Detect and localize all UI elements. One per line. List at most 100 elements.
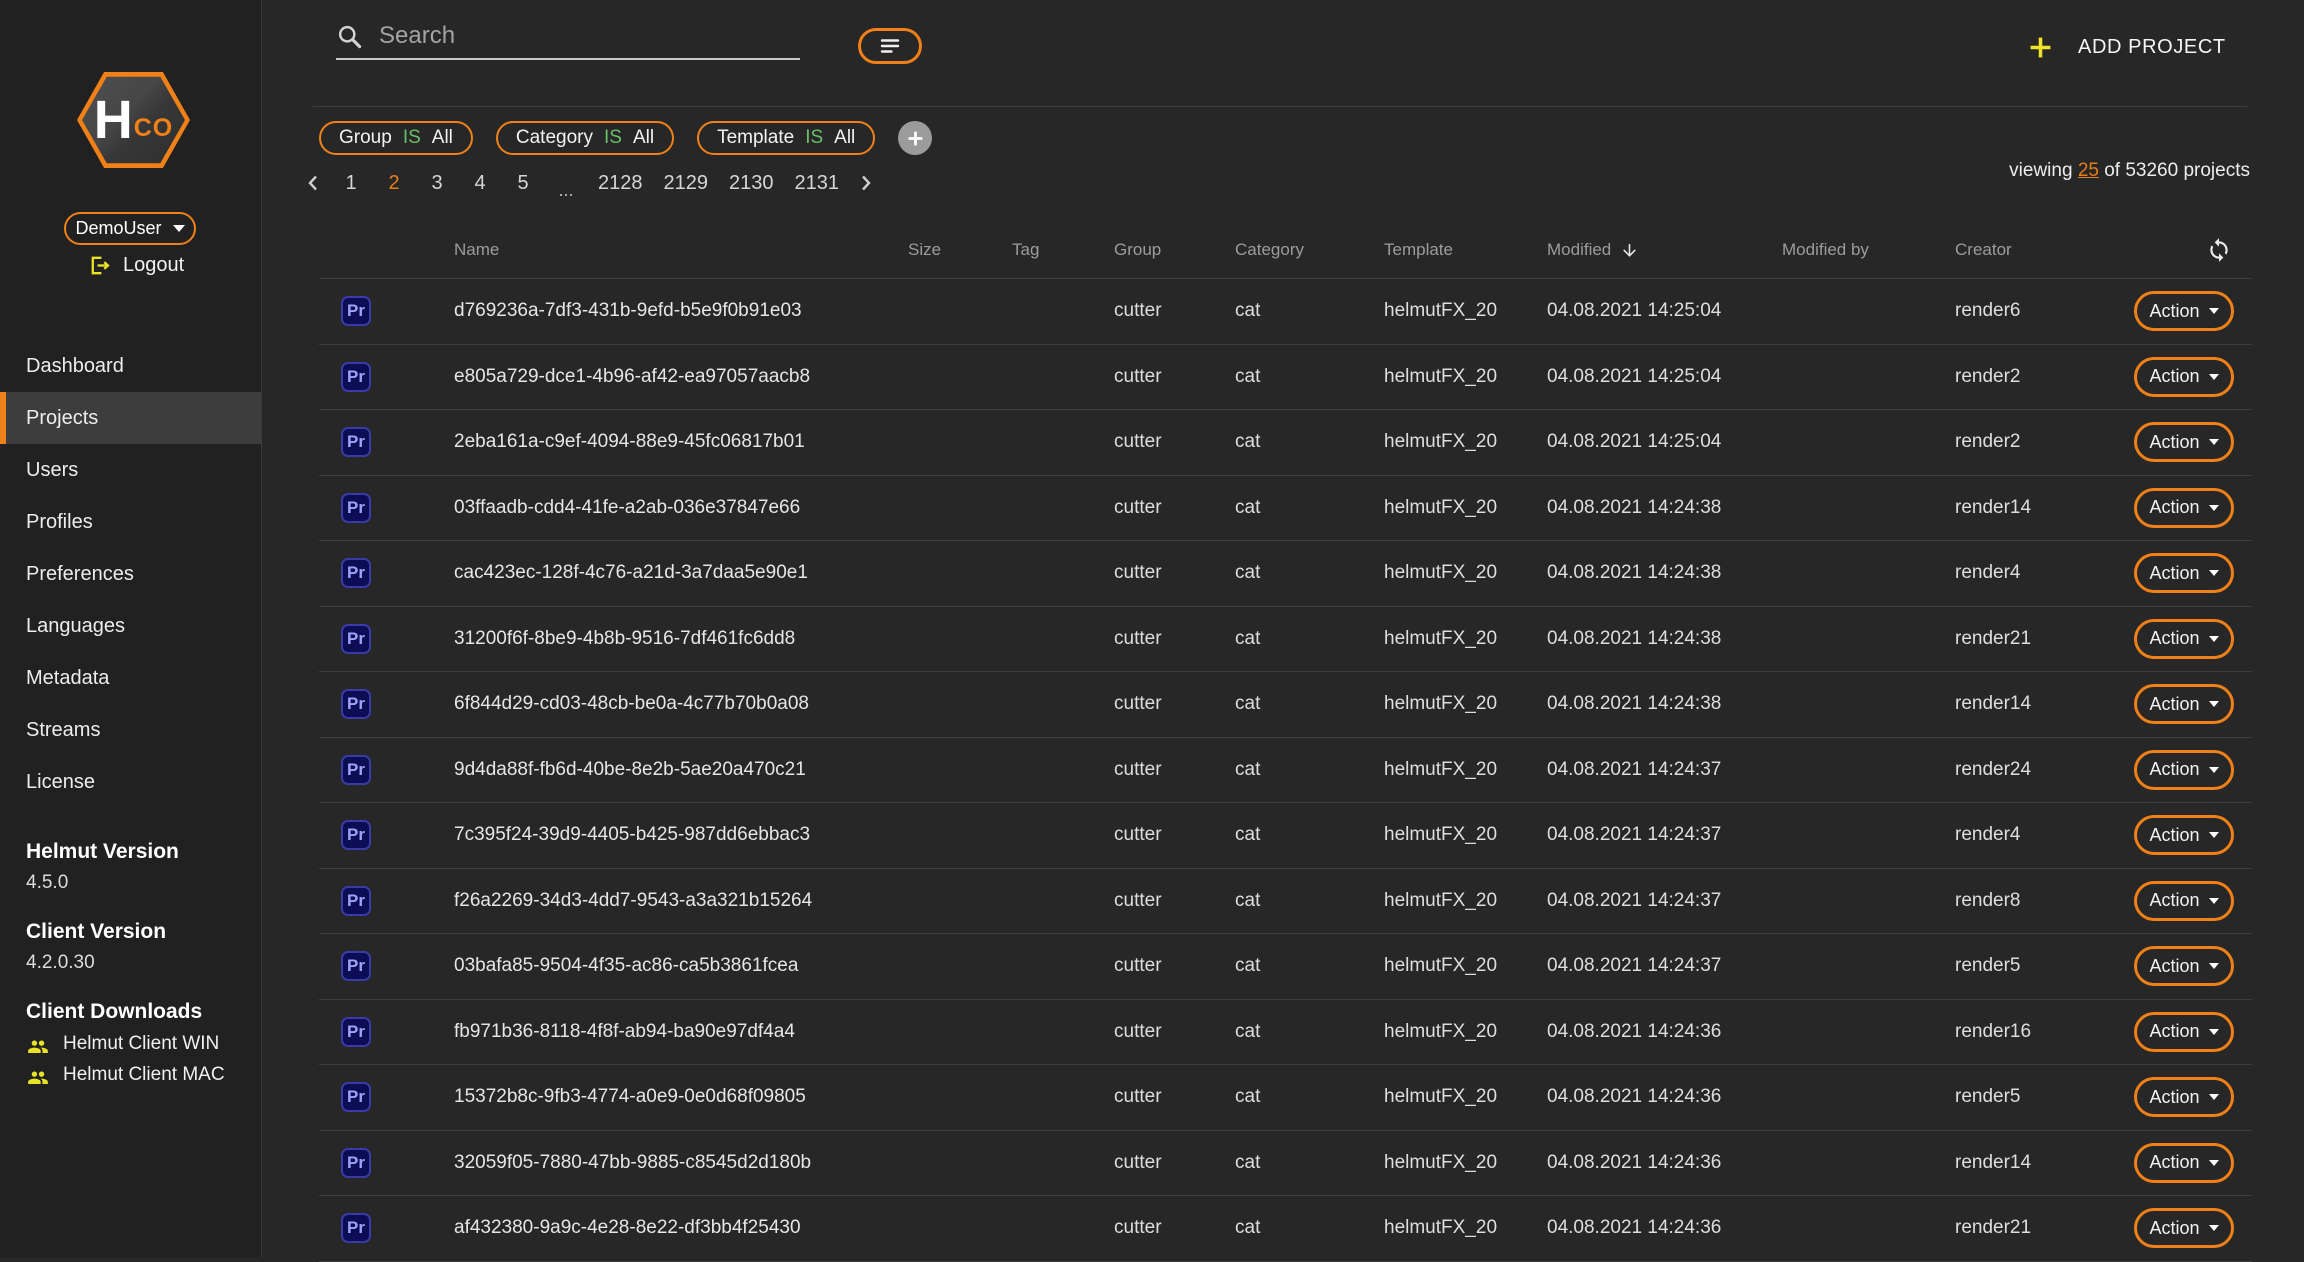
project-template: helmutFX_20 (1384, 759, 1547, 781)
action-button[interactable]: Action (2134, 488, 2234, 528)
project-name: 03ffaadb-cdd4-41fe-a2ab-036e37847e66 (454, 497, 908, 519)
logout-button[interactable]: Logout (88, 254, 184, 277)
search-input[interactable] (377, 21, 800, 51)
premiere-pro-icon: Pr (341, 1213, 371, 1243)
refresh-button[interactable] (2206, 237, 2232, 263)
project-creator: render4 (1955, 562, 2134, 584)
pagination-page[interactable]: 2128 (594, 170, 647, 197)
helmut-version-value: 4.5.0 (26, 872, 246, 894)
sidebar-item-profiles[interactable]: Profiles (0, 496, 261, 548)
filter-field: Template (717, 127, 794, 149)
plus-icon (907, 130, 924, 147)
action-button[interactable]: Action (2134, 422, 2234, 462)
action-button[interactable]: Action (2134, 1012, 2234, 1052)
client-version-value: 4.2.0.30 (26, 952, 246, 974)
project-creator: render6 (1955, 300, 2134, 322)
sidebar-item-users[interactable]: Users (0, 444, 261, 496)
action-button[interactable]: Action (2134, 684, 2234, 724)
sort-filter-button[interactable] (858, 28, 922, 64)
add-filter-button[interactable] (898, 121, 932, 155)
pagination-page[interactable]: 4 (465, 170, 495, 197)
column-header-modified-by[interactable]: Modified by (1782, 240, 1955, 260)
sidebar-item-projects[interactable]: Projects (0, 392, 261, 444)
projects-table: Name Size Tag Group Category Template Mo… (319, 222, 2252, 1262)
filter-chip-category[interactable]: Category IS All (496, 121, 674, 155)
chevron-right-icon (860, 174, 872, 192)
sidebar-item-metadata[interactable]: Metadata (0, 652, 261, 704)
project-group: cutter (1114, 1021, 1235, 1043)
column-header-tag[interactable]: Tag (1012, 240, 1114, 260)
pagination-page[interactable]: 3 (422, 170, 452, 197)
pagination-page[interactable]: 2129 (660, 170, 713, 197)
project-modified: 04.08.2021 14:24:36 (1547, 1152, 1782, 1174)
filter-chip-group[interactable]: Group IS All (319, 121, 473, 155)
sidebar-item-dashboard[interactable]: Dashboard (0, 340, 261, 392)
client-download-label: Helmut Client WIN (63, 1033, 219, 1055)
project-name: 15372b8c-9fb3-4774-a0e9-0e0d68f09805 (454, 1086, 908, 1108)
chevron-down-icon (2209, 963, 2219, 969)
action-button[interactable]: Action (2134, 553, 2234, 593)
column-header-group[interactable]: Group (1114, 240, 1235, 260)
project-category: cat (1235, 693, 1384, 715)
action-button[interactable]: Action (2134, 1208, 2234, 1248)
action-button[interactable]: Action (2134, 291, 2234, 331)
column-header-size[interactable]: Size (908, 240, 1012, 260)
pagination-page[interactable]: 1 (336, 170, 366, 197)
project-name: 9d4da88f-fb6d-40be-8e2b-5ae20a470c21 (454, 759, 908, 781)
table-row: Pr 9d4da88f-fb6d-40be-8e2b-5ae20a470c21 … (319, 738, 2252, 804)
project-template: helmutFX_20 (1384, 366, 1547, 388)
action-button[interactable]: Action (2134, 1143, 2234, 1183)
sidebar-item-streams[interactable]: Streams (0, 704, 261, 756)
pagination-page[interactable]: 2130 (725, 170, 778, 197)
sidebar-item-license[interactable]: License (0, 756, 261, 808)
viewing-count-link[interactable]: 25 (2078, 160, 2099, 181)
action-button[interactable]: Action (2134, 815, 2234, 855)
chevron-down-icon (2209, 898, 2219, 904)
project-template: helmutFX_20 (1384, 890, 1547, 912)
table-row: Pr 6f844d29-cd03-48cb-be0a-4c77b70b0a08 … (319, 672, 2252, 738)
project-name: 7c395f24-39d9-4405-b425-987dd6ebbac3 (454, 824, 908, 846)
chevron-down-icon (2209, 439, 2219, 445)
group-icon (26, 1036, 50, 1053)
action-button[interactable]: Action (2134, 946, 2234, 986)
action-button[interactable]: Action (2134, 357, 2234, 397)
column-header-category[interactable]: Category (1235, 240, 1384, 260)
action-button[interactable]: Action (2134, 881, 2234, 921)
column-header-modified[interactable]: Modified (1547, 240, 1782, 260)
pagination-page[interactable]: 2 (379, 170, 409, 197)
action-button[interactable]: Action (2134, 1077, 2234, 1117)
refresh-icon (2206, 237, 2232, 263)
project-creator: render5 (1955, 1086, 2134, 1108)
premiere-pro-icon: Pr (341, 886, 371, 916)
pagination: 12345...2128212921302131 (303, 166, 876, 200)
project-template: helmutFX_20 (1384, 562, 1547, 584)
action-button[interactable]: Action (2134, 619, 2234, 659)
pagination-next-button[interactable] (856, 174, 876, 192)
table-row: Pr 2eba161a-c9ef-4094-88e9-45fc06817b01 … (319, 410, 2252, 476)
sidebar-item-languages[interactable]: Languages (0, 600, 261, 652)
client-download-link[interactable]: Helmut Client WIN (26, 1033, 246, 1055)
project-template: helmutFX_20 (1384, 1152, 1547, 1174)
column-header-name[interactable]: Name (454, 240, 908, 260)
column-header-creator[interactable]: Creator (1955, 240, 2134, 260)
pagination-prev-button[interactable] (303, 174, 323, 192)
project-group: cutter (1114, 890, 1235, 912)
table-row: Pr 31200f6f-8be9-4b8b-9516-7df461fc6dd8 … (319, 607, 2252, 673)
pagination-page[interactable]: 5 (508, 170, 538, 197)
chevron-down-icon (2209, 832, 2219, 838)
project-name: 31200f6f-8be9-4b8b-9516-7df461fc6dd8 (454, 628, 908, 650)
project-name: f26a2269-34d3-4dd7-9543-a3a321b15264 (454, 890, 908, 912)
action-button[interactable]: Action (2134, 750, 2234, 790)
filter-chip-template[interactable]: Template IS All (697, 121, 875, 155)
sidebar-item-preferences[interactable]: Preferences (0, 548, 261, 600)
project-creator: render8 (1955, 890, 2134, 912)
client-download-link[interactable]: Helmut Client MAC (26, 1064, 246, 1086)
project-creator: render2 (1955, 431, 2134, 453)
user-menu-button[interactable]: DemoUser (64, 212, 196, 245)
column-header-template[interactable]: Template (1384, 240, 1547, 260)
add-project-button[interactable]: ADD PROJECT (2029, 36, 2226, 59)
project-name: 6f844d29-cd03-48cb-be0a-4c77b70b0a08 (454, 693, 908, 715)
filter-field: Group (339, 127, 392, 149)
client-version-label: Client Version (26, 920, 246, 944)
pagination-page[interactable]: 2131 (791, 170, 844, 197)
